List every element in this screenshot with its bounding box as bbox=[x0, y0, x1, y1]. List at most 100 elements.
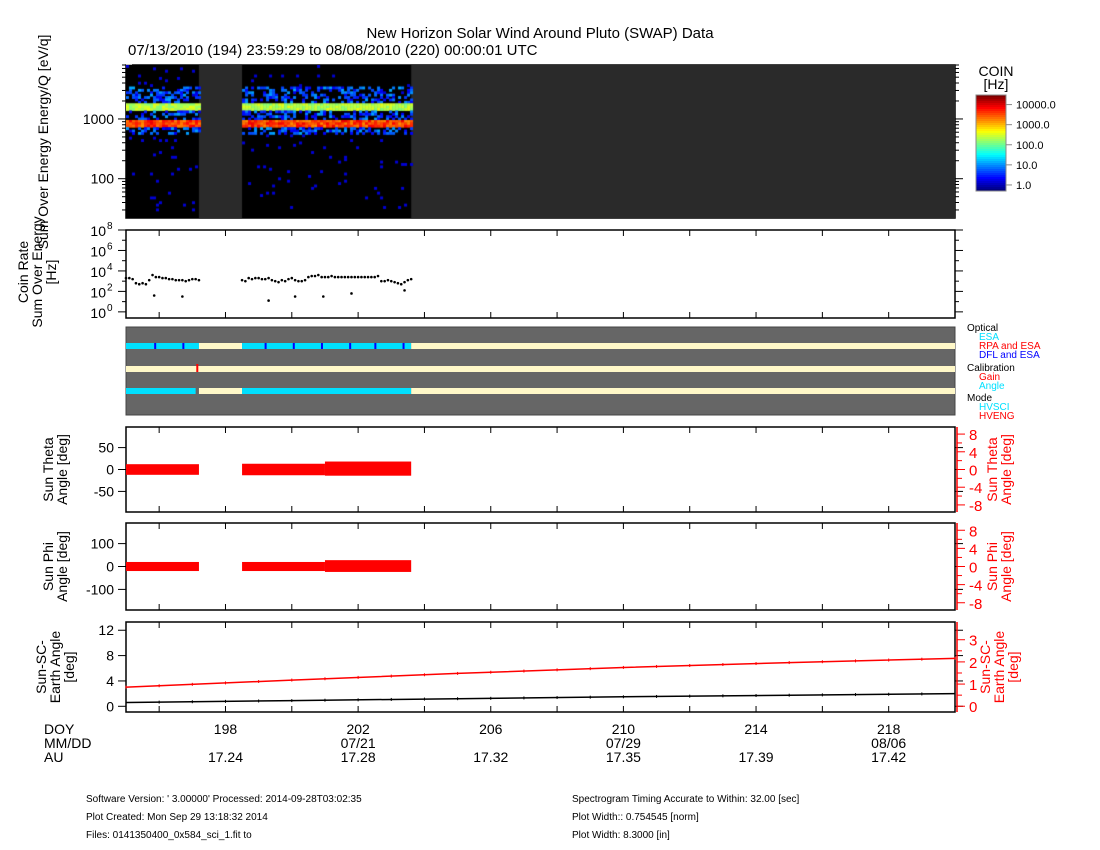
y-tick-label: 8 bbox=[106, 648, 114, 664]
right-y-tick-label: 0 bbox=[969, 560, 977, 577]
footer-software-version: Software Version: ' 3.00000' Processed: … bbox=[86, 794, 362, 805]
y-tick-exponent: 4 bbox=[107, 262, 113, 273]
status-optical-mark bbox=[292, 343, 295, 349]
coin-rate-point bbox=[137, 282, 141, 286]
sun-sc-earth-angle-frame bbox=[125, 621, 956, 713]
status-legend-item: HVENG bbox=[979, 411, 1015, 422]
coin-rate-point bbox=[267, 276, 270, 280]
x-tick-label: 214 bbox=[744, 721, 768, 737]
coin-rate-point bbox=[310, 274, 313, 278]
coin-rate-point bbox=[356, 275, 360, 279]
colorbar-cell bbox=[976, 185, 1006, 188]
sun-sc-earth-angle-ylabel: [deg] bbox=[61, 651, 77, 682]
coin-rate-point bbox=[376, 274, 380, 278]
sun-theta-data-band bbox=[126, 464, 199, 475]
x-tick-label: 17.42 bbox=[871, 749, 906, 765]
colorbar-cell bbox=[976, 171, 1006, 174]
coin-rate-point bbox=[300, 279, 304, 283]
right-y-tick-label: 8 bbox=[969, 427, 977, 444]
y-tick-label: 100 bbox=[91, 171, 115, 187]
coin-rate-point bbox=[267, 299, 270, 302]
coin-rate-point bbox=[336, 275, 340, 279]
coin-rate-point bbox=[346, 275, 350, 279]
plot-subtitle: 07/13/2010 (194) 23:59:29 to 08/08/2010 … bbox=[128, 42, 538, 59]
coin-rate-point bbox=[389, 279, 393, 283]
coin-rate-point bbox=[340, 275, 343, 279]
coin-rate-point bbox=[293, 278, 297, 282]
coin-rate-point bbox=[254, 276, 257, 280]
coin-rate-point bbox=[157, 275, 161, 279]
y-tick-exponent: 0 bbox=[107, 303, 113, 314]
colorbar-cell bbox=[976, 181, 1006, 184]
colorbar-tick-label: 10.0 bbox=[1016, 160, 1037, 172]
colorbar-cell bbox=[976, 177, 1006, 180]
colorbar-cell bbox=[976, 179, 1006, 182]
coin-rate-point bbox=[360, 275, 363, 279]
status-optical-mark bbox=[374, 343, 377, 349]
colorbar-cell bbox=[976, 111, 1006, 114]
coin-rate-point bbox=[128, 276, 131, 280]
coin-rate-point bbox=[181, 278, 184, 282]
status-optical-segment bbox=[411, 343, 955, 349]
coin-rate-point bbox=[141, 281, 144, 285]
colorbar-unit: [Hz] bbox=[984, 76, 1009, 92]
right-y-tick-label: -4 bbox=[969, 578, 982, 595]
footer-timing: Spectrogram Timing Accurate to Within: 3… bbox=[572, 794, 800, 805]
coin-rate-point bbox=[181, 295, 184, 298]
sun-phi-data-band bbox=[324, 560, 412, 572]
sun-theta-ylabel: Angle [deg] bbox=[54, 434, 70, 505]
colorbar-cell bbox=[976, 165, 1006, 168]
sun-phi-data-band bbox=[242, 561, 325, 572]
colorbar-cell bbox=[976, 183, 1006, 186]
colorbar-cell bbox=[976, 119, 1006, 122]
y-tick-label: 0 bbox=[106, 462, 114, 478]
coin-rate-point bbox=[164, 276, 168, 280]
coin-rate-point bbox=[343, 275, 347, 279]
colorbar-cell bbox=[976, 159, 1006, 162]
status-mode-segment bbox=[198, 388, 243, 394]
colorbar-cell bbox=[976, 163, 1006, 166]
swap-plot-page: New Horizon Solar Wind Around Pluto (SWA… bbox=[0, 0, 1100, 850]
colorbar-cell bbox=[976, 103, 1006, 106]
y-tick-label: 50 bbox=[98, 440, 114, 456]
coin-rate-point bbox=[174, 278, 178, 282]
coin-rate-point bbox=[194, 277, 197, 281]
coin-rate-point bbox=[353, 275, 357, 279]
status-mode-segment bbox=[126, 388, 196, 394]
y-tick-exponent: 6 bbox=[107, 241, 113, 252]
colorbar-tick-label: 100.0 bbox=[1016, 140, 1044, 152]
sun-phi-data-band bbox=[126, 561, 199, 572]
status-calibration-segment bbox=[126, 366, 955, 372]
colorbar-cell bbox=[976, 167, 1006, 170]
coin-rate-point bbox=[144, 282, 148, 286]
colorbar-cell bbox=[976, 155, 1006, 158]
coin-rate-point bbox=[273, 279, 277, 283]
colorbar-cell bbox=[976, 139, 1006, 142]
y-tick-exponent: 8 bbox=[107, 221, 113, 232]
right-y-tick-label: -8 bbox=[969, 596, 982, 613]
x-tick-label: 206 bbox=[479, 721, 503, 737]
plot-title: New Horizon Solar Wind Around Pluto (SWA… bbox=[366, 25, 714, 42]
colorbar-cell bbox=[976, 101, 1006, 104]
coin-rate-point bbox=[333, 275, 337, 279]
status-optical-segment bbox=[198, 343, 243, 349]
coin-rate-point bbox=[277, 280, 280, 284]
right-y-tick-label: 0 bbox=[969, 699, 977, 716]
coin-rate-point bbox=[363, 275, 367, 279]
coin-rate-point bbox=[263, 277, 267, 281]
footer-plot-created: Plot Created: Mon Sep 29 13:18:32 2014 bbox=[86, 812, 268, 823]
coin-rate-point bbox=[370, 275, 373, 279]
status-optical-mark bbox=[182, 343, 185, 349]
colorbar-cell bbox=[976, 109, 1006, 112]
coin-rate-point bbox=[317, 273, 320, 277]
coin-rate-point bbox=[290, 276, 294, 280]
colorbar-cell bbox=[976, 127, 1006, 130]
coin-rate-point bbox=[250, 277, 254, 281]
status-mode-segment bbox=[411, 388, 955, 394]
y-tick-label: 4 bbox=[106, 673, 114, 689]
footer-files: Files: 0141350400_0x584_sci_1.fit to bbox=[86, 830, 252, 841]
coin-rate-point bbox=[124, 276, 128, 280]
coin-rate-point bbox=[386, 278, 390, 282]
colorbar-cell bbox=[976, 173, 1006, 176]
colorbar-cell bbox=[976, 113, 1006, 116]
